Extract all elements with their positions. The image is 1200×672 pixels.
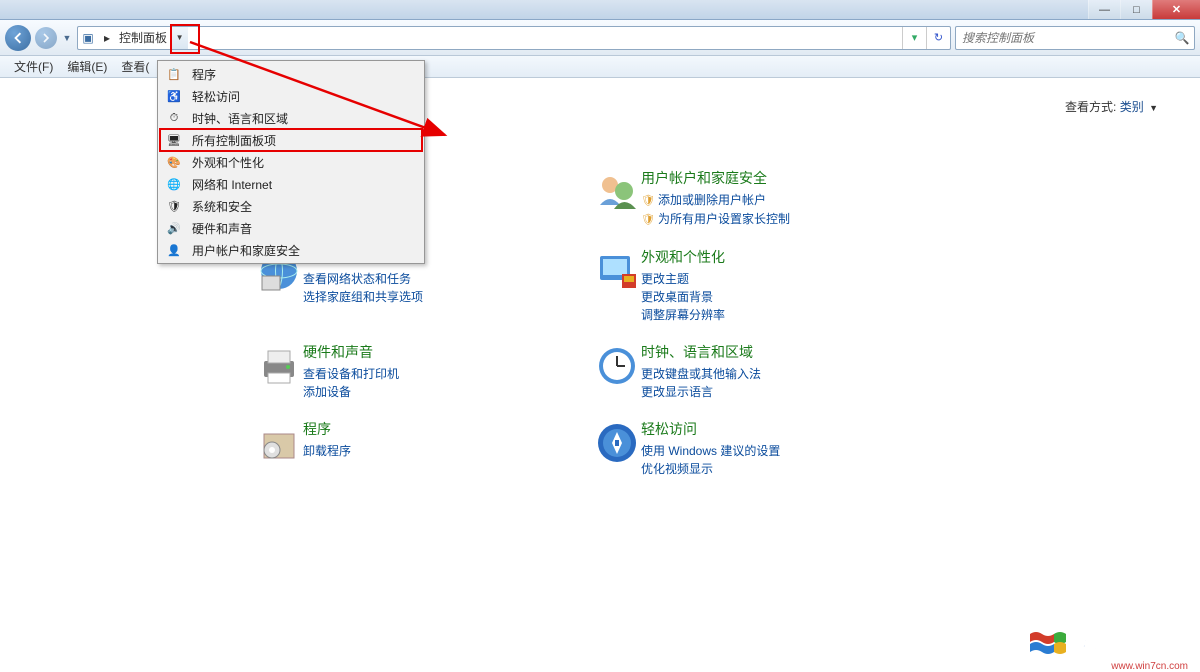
category-title[interactable]: 外观和个性化 [641, 247, 901, 267]
category-block: 轻松访问使用 Windows 建议的设置优化视频显示 [641, 419, 901, 478]
search-box[interactable]: 🔍 [955, 26, 1195, 50]
dropdown-item-4[interactable]: 🎨 外观和个性化 [160, 151, 422, 173]
category-link[interactable]: 查看网络状态和任务 [303, 270, 533, 288]
category-icon [593, 247, 641, 295]
dropdown-item-icon: 🔊 [166, 220, 182, 236]
search-icon[interactable]: 🔍 [1170, 31, 1194, 45]
dropdown-item-label: 硬件和声音 [192, 220, 252, 237]
maximize-button[interactable]: □ [1120, 0, 1152, 19]
menu-file[interactable]: 文件(F) [8, 56, 59, 77]
dropdown-item-icon: 🖥 [166, 132, 182, 148]
dropdown-item-5[interactable]: 🌐 网络和 Internet [160, 173, 422, 195]
category-icon [593, 168, 641, 216]
category-icon [593, 342, 641, 390]
control-panel-icon: ▣ [78, 27, 98, 49]
category-link[interactable]: 使用 Windows 建议的设置 [641, 442, 901, 460]
view-by-value: 类别 [1120, 100, 1144, 114]
dropdown-item-icon: 🌐 [166, 176, 182, 192]
dropdown-item-3[interactable]: 🖥 所有控制面板项 [160, 129, 422, 151]
windows-logo-icon [1028, 630, 1068, 658]
dropdown-item-label: 所有控制面板项 [192, 132, 276, 149]
category-icon [593, 419, 641, 467]
refresh-button[interactable]: ↻ [926, 27, 950, 49]
view-by-label: 查看方式: [1065, 100, 1116, 114]
search-input[interactable] [956, 31, 1170, 45]
category-title[interactable]: 硬件和声音 [303, 342, 533, 362]
category-icon [255, 342, 303, 390]
category-block: 硬件和声音查看设备和打印机添加设备 [303, 342, 533, 401]
category-link[interactable]: 添加设备 [303, 383, 533, 401]
dropdown-item-icon: 🎨 [166, 154, 182, 170]
dropdown-item-8[interactable]: 👤 用户帐户和家庭安全 [160, 239, 422, 261]
category-icon [255, 419, 303, 467]
menu-view[interactable]: 查看( [115, 56, 155, 77]
view-by-selector[interactable]: 查看方式: 类别 ▼ [1065, 98, 1158, 115]
category-link[interactable]: 查看设备和打印机 [303, 365, 533, 383]
dropdown-item-icon: ♿ [166, 88, 182, 104]
watermark-text: 系统大全 [1074, 624, 1190, 664]
forward-button[interactable] [35, 27, 57, 49]
dropdown-item-label: 时钟、语言和区域 [192, 110, 288, 127]
category-link[interactable]: 更改键盘或其他输入法 [641, 365, 901, 383]
dropdown-item-label: 用户帐户和家庭安全 [192, 242, 300, 259]
watermark-url: www.win7cn.com [1111, 661, 1188, 672]
menu-edit[interactable]: 编辑(E) [61, 56, 113, 77]
dropdown-item-label: 轻松访问 [192, 88, 240, 105]
dropdown-item-icon: ⏱ [166, 110, 182, 126]
dropdown-item-7[interactable]: 🔊 硬件和声音 [160, 217, 422, 239]
dropdown-item-6[interactable]: 🛡 系统和安全 [160, 195, 422, 217]
dropdown-item-label: 系统和安全 [192, 198, 252, 215]
chevron-down-icon: ▼ [1149, 103, 1158, 113]
close-button[interactable]: ✕ [1152, 0, 1200, 19]
breadcrumb-dropdown-menu: 📋 程序 ♿ 轻松访问 ⏱ 时钟、语言和区域 🖥 所有控制面板项 🎨 外观和个性化 🌐 网络和 Int… [157, 60, 425, 264]
category-block: 时钟、语言和区域更改键盘或其他输入法更改显示语言 [641, 342, 901, 401]
category-title[interactable]: 程序 [303, 419, 533, 439]
address-bar[interactable]: ▣ ▸ 控制面板 ▼ ▾ ↻ [77, 26, 951, 50]
category-title[interactable]: 时钟、语言和区域 [641, 342, 901, 362]
category-link[interactable]: 更改主题 [641, 270, 901, 288]
dropdown-arrow-icon[interactable]: ▾ [902, 27, 926, 49]
dropdown-item-1[interactable]: ♿ 轻松访问 [160, 85, 422, 107]
category-title[interactable]: 轻松访问 [641, 419, 901, 439]
dropdown-item-2[interactable]: ⏱ 时钟、语言和区域 [160, 107, 422, 129]
category-link[interactable]: 更改桌面背景 [641, 288, 901, 306]
category-link[interactable]: 为所有用户设置家长控制 [641, 210, 901, 229]
back-button[interactable] [5, 25, 31, 51]
category-link[interactable]: 调整屏幕分辨率 [641, 306, 901, 324]
watermark: 系统大全 [1028, 624, 1190, 664]
category-block: 程序卸载程序 [303, 419, 533, 478]
dropdown-item-label: 网络和 Internet [192, 176, 272, 193]
category-link[interactable]: 选择家庭组和共享选项 [303, 288, 533, 306]
dropdown-item-0[interactable]: 📋 程序 [160, 63, 422, 85]
breadcrumb-control-panel[interactable]: 控制面板 [117, 27, 170, 49]
dropdown-item-label: 程序 [192, 66, 216, 83]
category-block: 外观和个性化更改主题更改桌面背景调整屏幕分辨率 [641, 247, 901, 324]
dropdown-item-label: 外观和个性化 [192, 154, 264, 171]
minimize-button[interactable]: — [1088, 0, 1120, 19]
breadcrumb-dropdown-button[interactable]: ▼ [170, 27, 188, 49]
category-block: 用户帐户和家庭安全添加或删除用户帐户为所有用户设置家长控制 [641, 168, 901, 229]
dropdown-item-icon: 👤 [166, 242, 182, 258]
breadcrumb-root-chevron[interactable]: ▸ [98, 27, 117, 49]
category-link[interactable]: 优化视频显示 [641, 460, 901, 478]
category-link[interactable]: 更改显示语言 [641, 383, 901, 401]
category-title[interactable]: 用户帐户和家庭安全 [641, 168, 901, 188]
nav-history-dropdown[interactable]: ▼ [61, 27, 73, 49]
dropdown-item-icon: 🛡 [166, 198, 182, 214]
window-titlebar: — □ ✕ [0, 0, 1200, 20]
category-link[interactable]: 卸载程序 [303, 442, 533, 460]
nav-toolbar: ▼ ▣ ▸ 控制面板 ▼ ▾ ↻ 🔍 [0, 20, 1200, 56]
category-link[interactable]: 添加或删除用户帐户 [641, 191, 901, 210]
dropdown-item-icon: 📋 [166, 66, 182, 82]
